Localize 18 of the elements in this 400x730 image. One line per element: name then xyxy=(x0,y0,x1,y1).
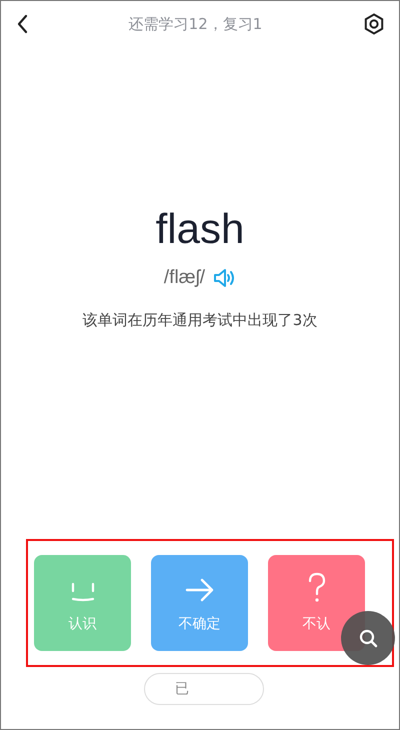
header-title: 还需学习12，复习1 xyxy=(128,14,262,34)
unsure-button[interactable]: 不确定 xyxy=(151,555,248,651)
unknown-button[interactable]: 不认 xyxy=(268,555,365,651)
back-button[interactable] xyxy=(17,14,28,34)
arrow-icon xyxy=(184,577,214,603)
phonetic-text: /flæʃ/ xyxy=(164,267,206,289)
question-icon xyxy=(306,572,326,603)
back-icon xyxy=(17,14,28,34)
settings-button[interactable] xyxy=(362,13,385,35)
word-text: flash xyxy=(156,205,244,253)
settings-icon xyxy=(362,13,385,35)
exam-note: 该单词在历年通用考试中出现了3次 xyxy=(82,311,318,330)
search-button[interactable] xyxy=(341,611,395,665)
mastered-button[interactable]: 已 xyxy=(144,673,264,705)
speaker-icon xyxy=(213,267,236,289)
search-icon xyxy=(358,628,378,648)
know-button[interactable]: 认识 xyxy=(34,555,131,651)
speaker-button[interactable] xyxy=(213,267,236,289)
